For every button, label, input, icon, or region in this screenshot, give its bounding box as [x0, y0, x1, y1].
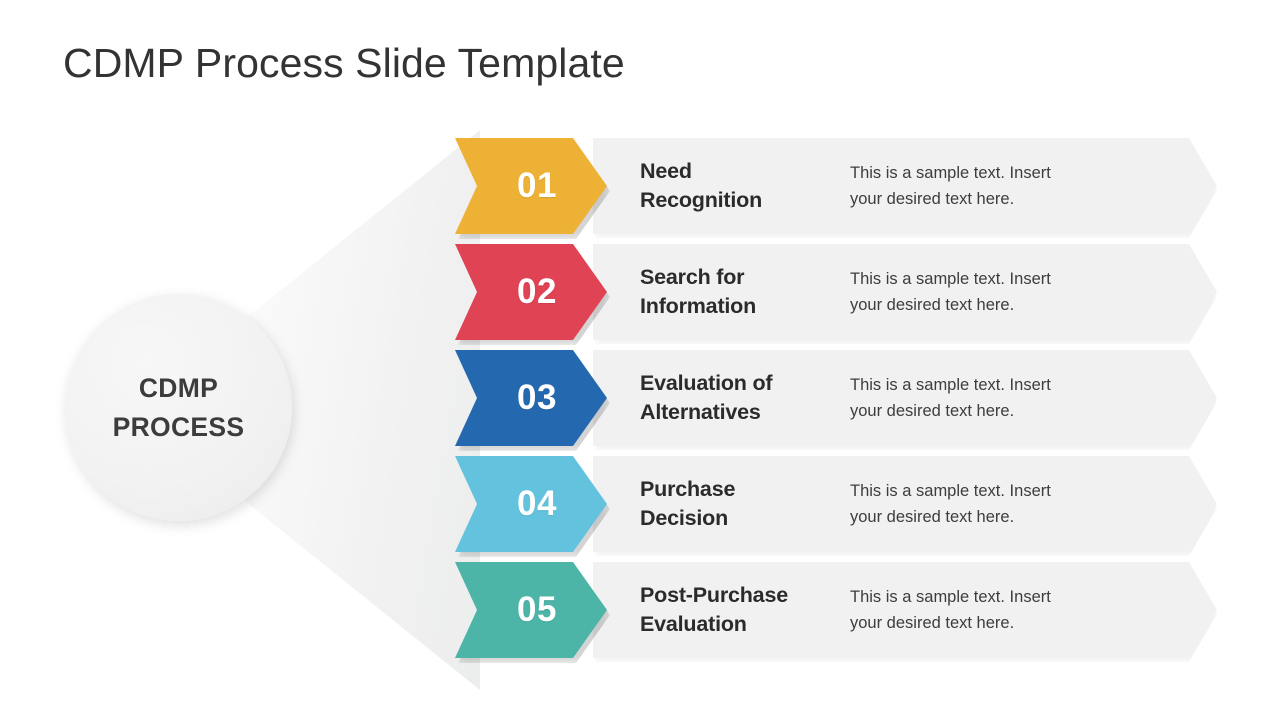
page-title: CDMP Process Slide Template — [63, 40, 625, 86]
step-description-line1: This is a sample text. Insert — [850, 163, 1051, 182]
step-title-line1: Need — [640, 158, 692, 183]
step-description-line2: your desired text here. — [850, 614, 1015, 632]
process-step-row[interactable]: 04 Purchase Decision This is a sample text.… — [455, 456, 1217, 557]
step-number-label: 05 — [517, 590, 557, 629]
step-number-label: 03 — [517, 378, 557, 417]
step-title: Post-Purchase Evaluation — [640, 581, 845, 639]
step-title: Evaluation of Alternatives — [640, 369, 845, 427]
step-description-line2: your desired text here. — [850, 296, 1015, 314]
process-step-row[interactable]: 05 Post-Purchase Evaluation This is a sampl… — [455, 562, 1217, 663]
step-description: This is a sample text. Insert your desire… — [850, 372, 1100, 424]
step-description-line1: This is a sample text. Insert — [850, 375, 1051, 394]
step-title-line2: Decision — [640, 506, 729, 530]
step-description-line2: your desired text here. — [850, 190, 1015, 208]
step-title-line1: Search for — [640, 264, 745, 289]
step-description: This is a sample text. Insert your desire… — [850, 584, 1100, 636]
step-number-label: 04 — [517, 484, 557, 523]
step-title-line1: Post-Purchase — [640, 582, 788, 607]
step-title: Search for Information — [640, 263, 845, 321]
step-title-line2: Information — [640, 294, 757, 318]
step-title: Need Recognition — [640, 157, 845, 215]
step-description: This is a sample text. Insert your desire… — [850, 266, 1100, 318]
step-number-label: 02 — [517, 272, 557, 311]
step-description: This is a sample text. Insert your desire… — [850, 478, 1100, 530]
process-hub-label-line2: PROCESS — [112, 411, 245, 442]
process-step-row[interactable]: 02 Search for Information This is a sample … — [455, 244, 1217, 345]
step-description: This is a sample text. Insert your desire… — [850, 160, 1100, 212]
process-step-row[interactable]: 03 Evaluation of Alternatives This is a sam… — [455, 350, 1217, 451]
step-number-label: 01 — [517, 166, 557, 205]
step-title-line1: Evaluation of — [640, 370, 773, 395]
step-description-line2: your desired text here. — [850, 508, 1015, 526]
step-title-line2: Alternatives — [640, 400, 761, 424]
step-description-line1: This is a sample text. Insert — [850, 269, 1051, 288]
process-hub-label-line1: CDMP — [138, 373, 219, 404]
process-hub-circle[interactable]: CDMP PROCESS — [65, 294, 292, 521]
process-step-row[interactable]: 01 Need Recognition This is a sample text. … — [455, 138, 1217, 239]
step-description-line2: your desired text here. — [850, 402, 1015, 420]
step-title: Purchase Decision — [640, 475, 845, 533]
step-title-line1: Purchase — [640, 476, 736, 501]
step-title-line2: Recognition — [640, 188, 763, 212]
process-hub-label: CDMP PROCESS — [113, 369, 245, 446]
slide-canvas: CDMP Process Slide Template CDMP PROCESS… — [0, 0, 1280, 720]
step-description-line1: This is a sample text. Insert — [850, 587, 1051, 606]
step-title-line2: Evaluation — [640, 612, 747, 636]
step-description-line1: This is a sample text. Insert — [850, 481, 1051, 500]
